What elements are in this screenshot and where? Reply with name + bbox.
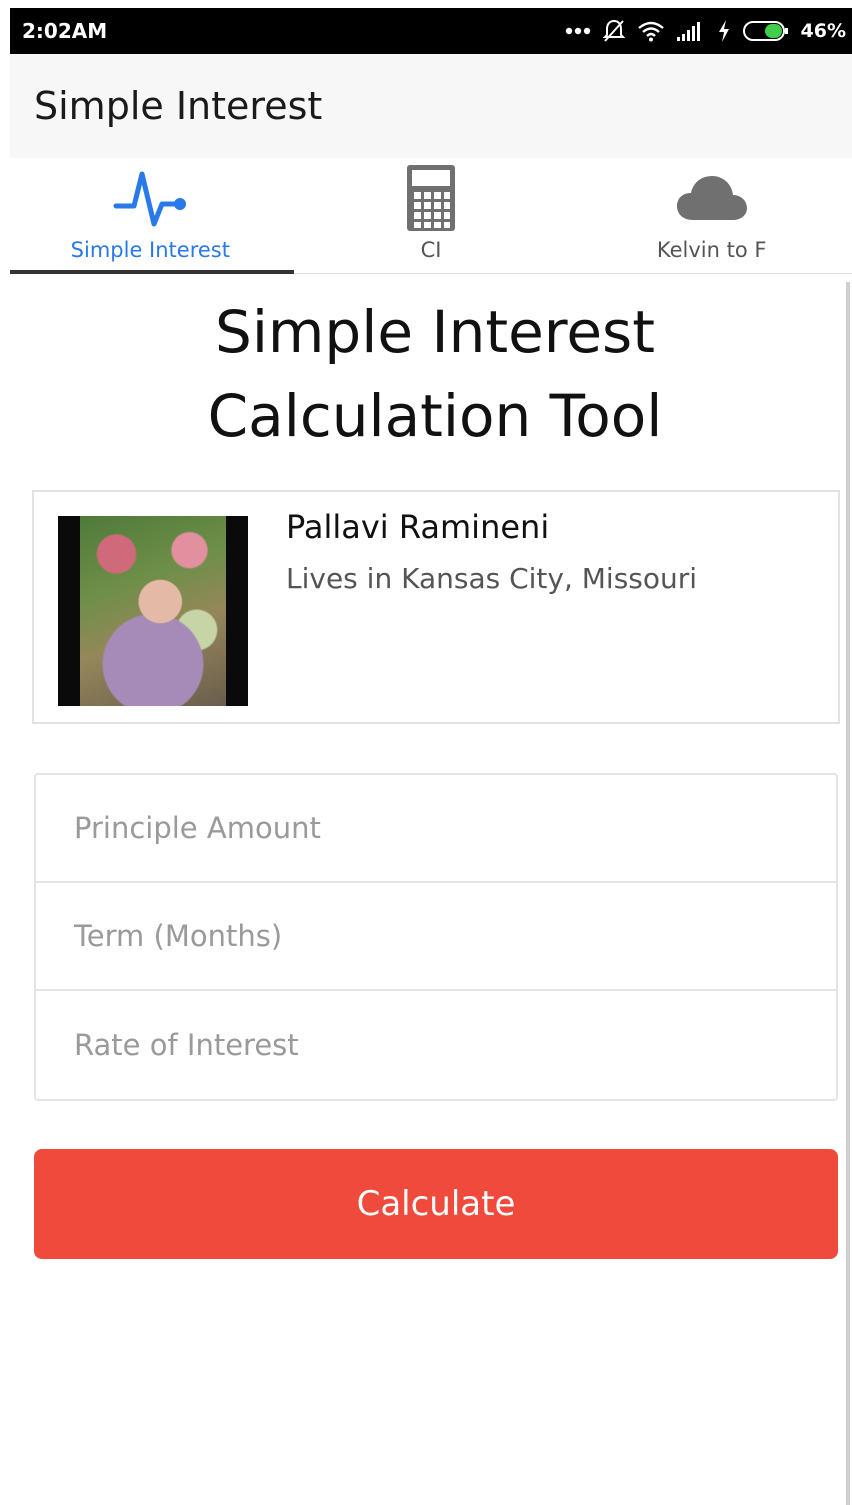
more-dots-icon (565, 27, 590, 35)
rate-field (36, 991, 836, 1099)
heading-line-1: Simple Interest (215, 298, 655, 366)
interest-form (34, 773, 838, 1101)
signal-icon (676, 22, 700, 41)
tab-bar: Simple Interest CI Kelvin to F (10, 158, 852, 274)
tab-label: CI (420, 238, 442, 262)
tab-simple-interest[interactable]: Simple Interest (10, 158, 294, 274)
calculate-button[interactable]: Calculate (34, 1149, 838, 1259)
page-heading: Simple Interest Calculation Tool (20, 290, 850, 458)
charging-icon (718, 20, 729, 42)
app-bar: Simple Interest (10, 54, 852, 158)
notifications-off-icon (602, 19, 625, 42)
battery-icon (742, 21, 788, 41)
status-time: 2:02AM (22, 19, 108, 43)
cloud-icon (676, 176, 747, 220)
active-tab-indicator (10, 270, 294, 274)
scrollbar[interactable] (846, 282, 850, 1505)
app-title: Simple Interest (34, 84, 323, 128)
tab-kelvin-to-f[interactable]: Kelvin to F (571, 158, 852, 273)
profile-card: Pallavi Ramineni Lives in Kansas City, M… (32, 490, 840, 724)
status-icons: 46% (565, 19, 846, 43)
principle-amount-input[interactable] (74, 811, 836, 845)
avatar (58, 516, 248, 706)
profile-location: Lives in Kansas City, Missouri (286, 562, 698, 595)
battery-percentage: 46% (800, 20, 846, 42)
wifi-icon (637, 21, 664, 42)
term-months-input[interactable] (74, 919, 836, 953)
tab-label: Simple Interest (70, 238, 230, 262)
tab-label: Kelvin to F (656, 238, 767, 262)
tab-ci[interactable]: CI (291, 158, 572, 273)
avatar-photo (80, 516, 226, 706)
calculator-icon (407, 165, 455, 231)
rate-of-interest-input[interactable] (74, 1028, 836, 1062)
heading-line-2: Calculation Tool (207, 382, 663, 450)
term-field (36, 883, 836, 991)
profile-name: Pallavi Ramineni (286, 508, 550, 546)
status-bar: 2:02AM 46% (10, 8, 852, 54)
principle-field (36, 775, 836, 883)
pulse-icon (113, 171, 187, 227)
